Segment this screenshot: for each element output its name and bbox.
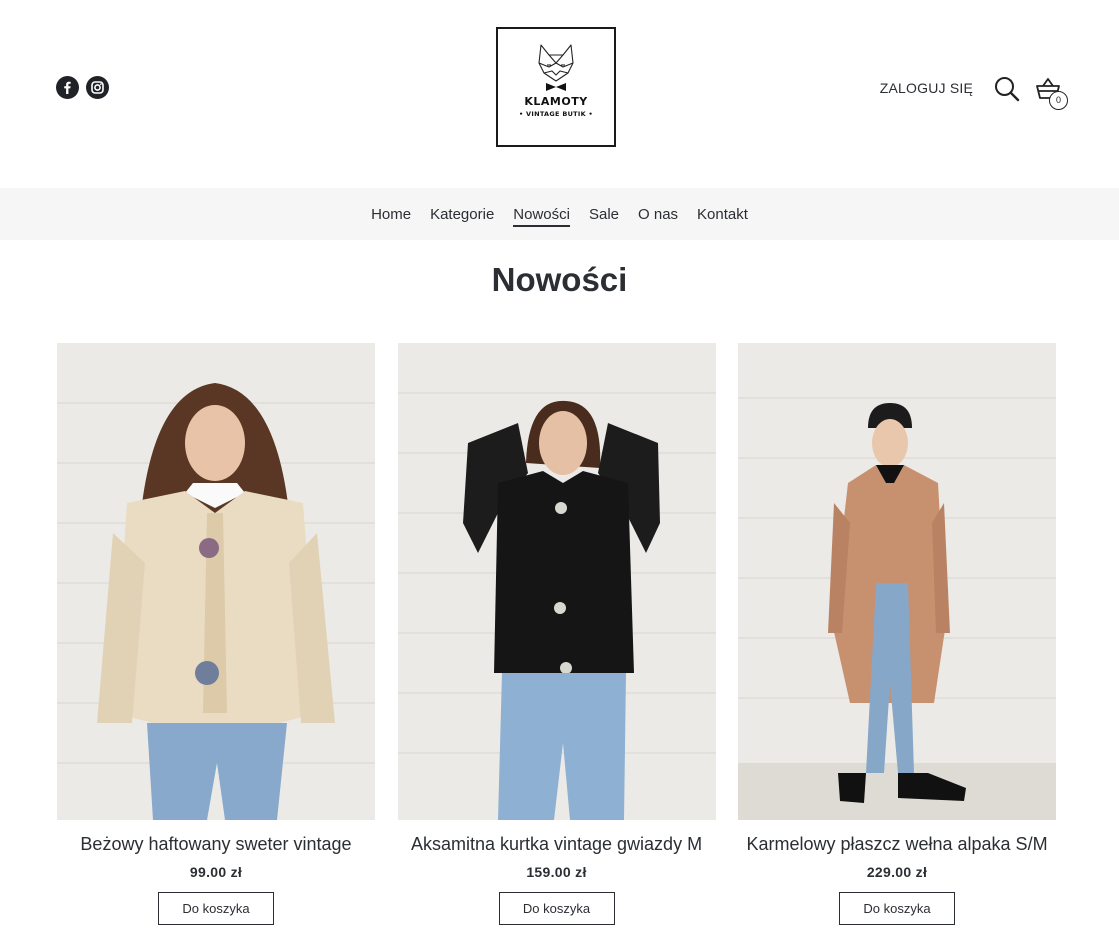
cart-button[interactable]: 0	[1035, 76, 1071, 112]
nav-item-kategorie[interactable]: Kategorie	[430, 202, 494, 227]
cat-logo-icon	[538, 44, 574, 91]
nav-item-sale[interactable]: Sale	[589, 202, 619, 227]
product-price: 159.00 zł	[526, 864, 587, 880]
social-links	[56, 76, 109, 99]
product-image[interactable]	[397, 343, 716, 820]
product-grid: Beżowy haftowany sweter vintage 99.00 zł…	[57, 343, 1056, 925]
product-card: Karmelowy płaszcz wełna alpaka S/M 229.0…	[738, 343, 1056, 925]
facebook-icon[interactable]	[56, 76, 79, 99]
product-card: Beżowy haftowany sweter vintage 99.00 zł…	[57, 343, 375, 925]
product-price: 229.00 zł	[866, 864, 928, 880]
product-name[interactable]: Karmelowy płaszcz wełna alpaka S/M	[746, 834, 1047, 855]
add-to-cart-button[interactable]: Do koszyka	[158, 892, 274, 925]
product-image[interactable]	[738, 343, 1056, 820]
instagram-icon[interactable]	[86, 76, 109, 99]
login-link[interactable]: ZALOGUJ SIĘ	[880, 80, 973, 96]
cart-count-badge: 0	[1049, 91, 1068, 110]
search-icon[interactable]	[994, 76, 1020, 102]
nav-item-kontakt[interactable]: Kontakt	[697, 202, 748, 227]
add-to-cart-button[interactable]: Do koszyka	[839, 892, 955, 925]
product-card: Aksamitna kurtka vintage gwiazdy M 159.0…	[397, 343, 716, 925]
logo-subtitle: • VINTAGE BUTIK •	[519, 110, 593, 118]
product-name[interactable]: Aksamitna kurtka vintage gwiazdy M	[411, 834, 702, 855]
main-nav: Home Kategorie Nowości Sale O nas Kontak…	[0, 188, 1119, 240]
nav-item-home[interactable]: Home	[371, 202, 411, 227]
product-price: 99.00 zł	[189, 864, 243, 880]
add-to-cart-button[interactable]: Do koszyka	[498, 892, 615, 925]
site-logo[interactable]: KLAMOTY • VINTAGE BUTIK •	[496, 27, 616, 147]
nav-item-o-nas[interactable]: O nas	[638, 202, 678, 227]
nav-item-nowosci[interactable]: Nowości	[513, 202, 570, 227]
site-header: KLAMOTY • VINTAGE BUTIK • ZALOGUJ SIĘ 0	[0, 0, 1119, 188]
page-title: Nowości	[491, 261, 628, 298]
product-name[interactable]: Beżowy haftowany sweter vintage	[80, 834, 351, 855]
logo-name: KLAMOTY	[524, 95, 588, 108]
product-image[interactable]	[57, 343, 375, 820]
